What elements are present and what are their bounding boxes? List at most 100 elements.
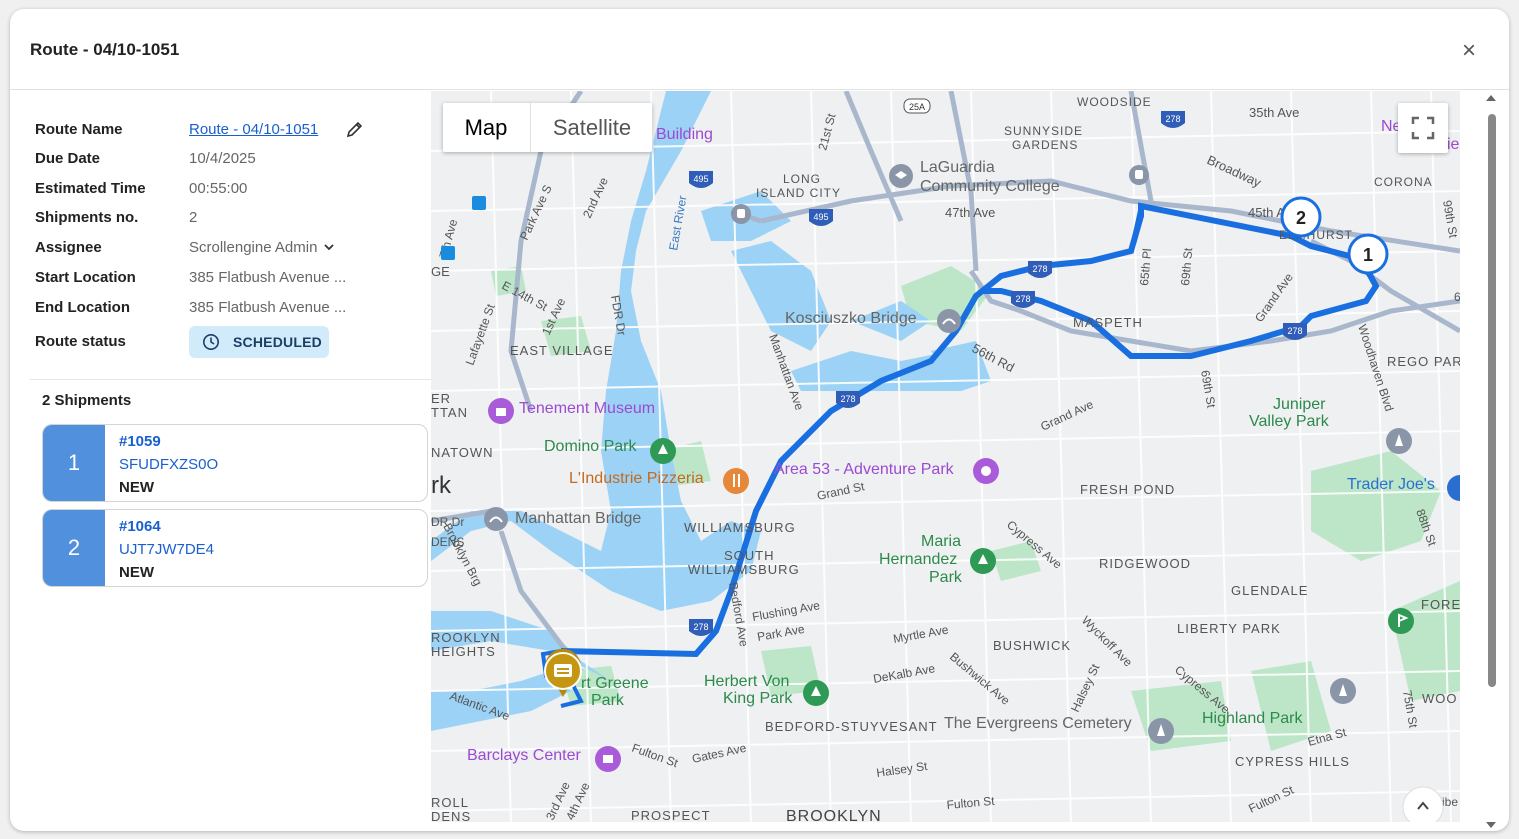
cemetery-icon (1330, 678, 1356, 704)
neighborhood-label: DENS (431, 809, 471, 822)
map-canvas[interactable]: 495 495 278 278 278 278 278 278 25A WOOD… (431, 91, 1460, 822)
shield-text: 278 (840, 394, 855, 404)
neighborhood-label: ISLAND CITY (756, 186, 841, 200)
highway-shield: 278 (1028, 261, 1052, 278)
shield-text: 278 (693, 622, 708, 632)
divider (30, 379, 440, 380)
poi-label: Trader Joe's (1347, 476, 1435, 493)
neighborhood-label: SOUTH (724, 548, 775, 563)
fullscreen-icon (1411, 116, 1435, 140)
neighborhood-label: rk (431, 472, 452, 499)
neighborhood-label: REGO PAR (1387, 354, 1460, 369)
due-date-label: Due Date (35, 150, 101, 167)
neighborhood-label: TTAN (431, 405, 468, 420)
poi-label: Area 53 - Adventure Park (774, 461, 955, 478)
shield-text: 25A (909, 102, 925, 112)
neighborhood-label: HEIGHTS (431, 644, 496, 659)
poi-label: Valley Park (1249, 413, 1330, 430)
scrollbar-thumb[interactable] (1488, 114, 1496, 687)
close-icon[interactable]: × (1457, 39, 1481, 63)
school-icon (889, 164, 913, 188)
estimated-time-row: Estimated Time 00:55:00 (35, 180, 405, 202)
estimated-time-value: 00:55:00 (189, 180, 248, 197)
shipment-sequence: 2 (43, 510, 105, 586)
scroll-up-icon[interactable] (1485, 94, 1497, 102)
neighborhood-label: GLENDALE (1231, 583, 1308, 598)
neighborhood-label: BEDFORD-STUYVESANT (765, 719, 938, 734)
start-location-value: 385 Flatbush Avenue ... (189, 269, 347, 286)
stop-marker[interactable]: 2 (1280, 196, 1322, 238)
neighborhood-label: RIDGEWOOD (1099, 556, 1191, 571)
highway-shield: 25A (903, 98, 931, 114)
poi-label: Manhattan Bridge (515, 510, 641, 527)
route-status-row: Route status SCHEDULED (35, 326, 405, 358)
neighborhood-label: DENS (431, 535, 464, 549)
route-name-link[interactable]: Route - 04/10-1051 (189, 121, 318, 138)
scrollbar[interactable] (1485, 95, 1497, 828)
assignee-value: Scrollengine Admin (189, 239, 318, 256)
neighborhood-label: FORE (1421, 597, 1460, 612)
modal-header: Route - 04/10-1051 × (10, 9, 1509, 90)
cemetery-icon (1386, 428, 1412, 454)
assignee-row: Assignee Scrollengine Admin (35, 239, 405, 261)
poi-label: Maria (921, 533, 961, 550)
shipment-card[interactable]: 1 #1059 SFUDFXZS0O NEW (42, 424, 428, 502)
poi-label: L'Industrie Pizzeria (569, 470, 704, 487)
map-type-map[interactable]: Map (443, 103, 529, 152)
neighborhood-label: CORONA (1374, 175, 1433, 189)
street-label: 6 (1454, 290, 1460, 304)
stadium-icon (595, 746, 621, 772)
camera-control[interactable] (1402, 786, 1444, 822)
neighborhood-label: ROOKLYN (431, 630, 501, 645)
shipment-number[interactable]: #1059 (119, 433, 161, 450)
park-icon (803, 680, 829, 706)
neighborhood-label: NATOWN (431, 445, 494, 460)
street-label: 47th Ave (945, 205, 995, 220)
poi-label: Barclays Center (467, 747, 581, 764)
shipment-code: UJT7JW7DE4 (119, 541, 215, 558)
highway-shield: 278 (836, 391, 860, 408)
highway-shield: 495 (809, 209, 833, 226)
due-date-value: 10/4/2025 (189, 150, 256, 167)
stop-marker[interactable]: 1 (1347, 233, 1389, 275)
route-name-row: Route Name Route - 04/10-1051 (35, 121, 405, 143)
neighborhood-label: MASPETH (1073, 315, 1143, 330)
map-type-satellite[interactable]: Satellite (530, 103, 653, 152)
modal-title: Route - 04/10-1051 (30, 40, 180, 59)
neighborhood-label: WILLIAMSBURG (684, 520, 796, 535)
highway-shield: 495 (689, 171, 713, 188)
route-name-label: Route Name (35, 121, 123, 138)
start-location-label: Start Location (35, 269, 136, 286)
scroll-down-icon[interactable] (1485, 821, 1497, 829)
neighborhood-label: LONG (783, 172, 821, 186)
shipment-sequence: 1 (43, 425, 105, 501)
ferry-icon (441, 246, 455, 260)
assignee-select[interactable]: Scrollengine Admin (189, 239, 335, 256)
fullscreen-button[interactable] (1398, 103, 1448, 153)
route-map[interactable]: 495 495 278 278 278 278 278 278 25A WOOD… (431, 91, 1460, 822)
neighborhood-label: BROOKLYN (786, 808, 882, 822)
poi-label: King Park (723, 690, 793, 707)
shield-text: 495 (813, 212, 828, 222)
shield-text: 495 (693, 174, 708, 184)
neighborhood-label: ER (431, 391, 451, 406)
pencil-icon[interactable] (345, 119, 365, 139)
attraction-icon (973, 458, 999, 484)
train-icon (1129, 165, 1149, 185)
estimated-time-label: Estimated Time (35, 180, 146, 197)
train-icon (731, 204, 751, 224)
neighborhood-label: WILLIAMSBURG (688, 562, 800, 577)
bridge-icon (937, 309, 961, 333)
poi-label: rt Greene (581, 675, 649, 692)
stop-number: 2 (1296, 208, 1306, 228)
neighborhood-label: WOODSIDE (1077, 95, 1152, 109)
poi-label: Tenement Museum (519, 400, 655, 417)
shipment-code: SFUDFXZS0O (119, 456, 219, 473)
poi-label: Community College (920, 178, 1060, 195)
cemetery-icon (1148, 718, 1174, 744)
status-badge: SCHEDULED (189, 326, 329, 358)
street-label: 35th Ave (1249, 105, 1299, 120)
shipment-card[interactable]: 2 #1064 UJT7JW7DE4 NEW (42, 509, 428, 587)
shipment-number[interactable]: #1064 (119, 518, 161, 535)
shield-text: 278 (1015, 294, 1030, 304)
